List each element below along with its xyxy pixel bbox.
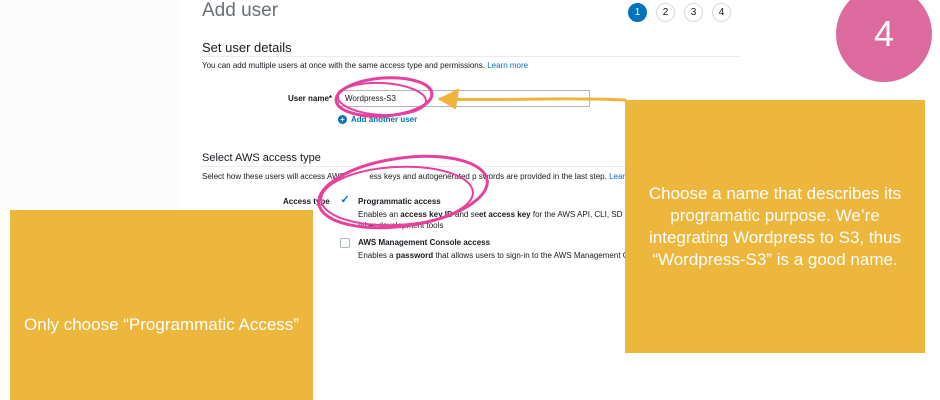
annotation-note-left: Only choose “Programmatic Access” xyxy=(10,210,313,400)
username-highlight-circle xyxy=(334,76,434,118)
annotation-note-right: Choose a name that describes its program… xyxy=(625,100,925,353)
programmatic-highlight-circle xyxy=(317,154,489,230)
arrow-annotation xyxy=(437,88,627,110)
